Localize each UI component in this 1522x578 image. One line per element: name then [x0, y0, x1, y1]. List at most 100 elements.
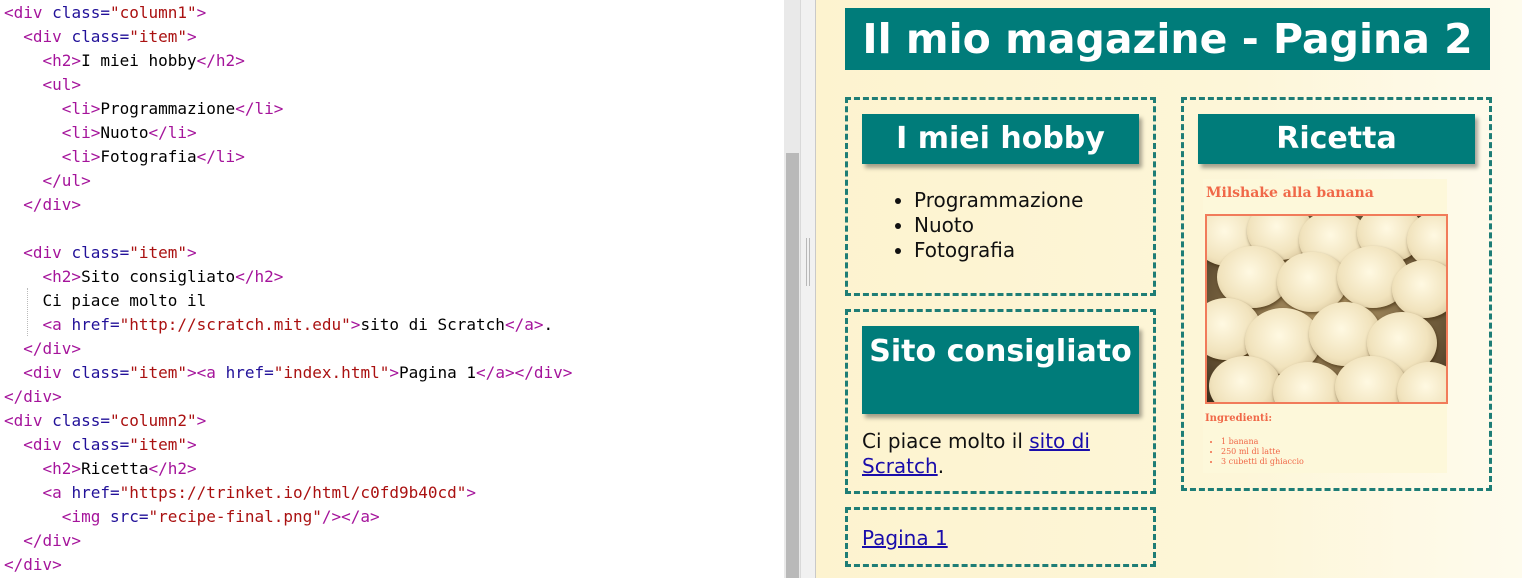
code-line[interactable]: <li>Nuoto</li> — [4, 121, 572, 145]
pane-splitter[interactable] — [800, 0, 816, 578]
indent-guide — [27, 288, 28, 336]
preview-pane: Il mio magazine - Pagina 2 I miei hobby … — [816, 0, 1522, 578]
code-token: </a> — [476, 363, 515, 382]
code-line[interactable]: <div class="item"> — [4, 433, 572, 457]
code-token: Sito consigliato — [81, 267, 236, 286]
code-line[interactable]: <li>Programmazione</li> — [4, 97, 572, 121]
code-token: </div> — [23, 195, 82, 214]
code-line[interactable]: </div> — [4, 337, 572, 361]
code-line[interactable]: <a href="https://trinket.io/html/c0fd9b4… — [4, 481, 572, 505]
code-token: </a> — [504, 315, 544, 334]
code-line[interactable] — [4, 217, 572, 241]
code-token: class= — [52, 3, 110, 22]
code-token: <h2> — [42, 267, 82, 286]
code-line[interactable]: <div class="item"> — [4, 25, 572, 49]
code-token: sito di Scratch — [360, 315, 505, 334]
code-token: </li> — [148, 123, 197, 142]
recipe-heading: Ricetta — [1198, 114, 1475, 164]
code-token: > — [350, 315, 361, 334]
code-token: > — [187, 243, 197, 262]
code-line[interactable]: <h2>I miei hobby</h2> — [4, 49, 572, 73]
code-line[interactable]: <div class="column1"> — [4, 1, 572, 25]
code-content[interactable]: <div class="column1"> <div class="item">… — [4, 1, 572, 577]
code-line[interactable]: <div class="item"> — [4, 241, 572, 265]
code-token: > — [196, 3, 207, 22]
code-token: <div — [23, 435, 72, 454]
code-token: <li> — [61, 147, 101, 166]
code-line[interactable]: <a href="http://scratch.mit.edu">sito di… — [4, 313, 572, 337]
code-line[interactable]: <h2>Ricetta</h2> — [4, 457, 572, 481]
code-token: <a — [196, 363, 226, 382]
code-token: "item" — [129, 243, 188, 262]
code-token: <li> — [61, 99, 101, 118]
code-line[interactable]: </div> — [4, 385, 572, 409]
recipe-item: Ricetta Milshake alla banana Ingredienti… — [1181, 97, 1492, 491]
code-token: > — [187, 435, 197, 454]
code-line[interactable]: </div> — [4, 529, 572, 553]
code-line[interactable]: <div class="column2"> — [4, 409, 572, 433]
list-item: 250 ml di latte — [1221, 447, 1304, 457]
code-line[interactable]: </ul> — [4, 169, 572, 193]
code-token: > — [187, 27, 197, 46]
code-editor[interactable]: <div class="column1"> <div class="item">… — [0, 0, 784, 578]
code-token: "http://scratch.mit.edu" — [119, 315, 351, 334]
code-token: </div> — [4, 555, 62, 574]
code-token: <li> — [61, 123, 101, 142]
code-token: Ricetta — [81, 459, 149, 478]
code-token: </div> — [23, 531, 82, 550]
code-token: <div — [23, 27, 72, 46]
code-token: "column2" — [109, 411, 197, 430]
code-line[interactable]: <div class="item"><a href="index.html">P… — [4, 361, 572, 385]
code-token: </li> — [196, 147, 245, 166]
hobby-heading: I miei hobby — [862, 114, 1139, 164]
code-token: </h2> — [148, 459, 197, 478]
code-token: <img — [61, 507, 110, 526]
code-line[interactable]: <li>Fotografia</li> — [4, 145, 572, 169]
banana-photo — [1205, 214, 1448, 404]
code-token: <div — [4, 3, 53, 22]
code-line[interactable]: <h2>Sito consigliato</h2> — [4, 265, 572, 289]
code-token: href= — [71, 315, 120, 334]
code-token: <div — [4, 411, 53, 430]
page1-link[interactable]: Pagina 1 — [862, 526, 948, 551]
code-token: "index.html" — [273, 363, 390, 382]
hobby-item: I miei hobby Programmazione Nuoto Fotogr… — [845, 97, 1156, 296]
list-item: Nuoto — [914, 213, 1083, 238]
code-token: <ul> — [42, 75, 82, 94]
code-token: > — [196, 411, 207, 430]
list-item: Fotografia — [914, 238, 1083, 263]
list-item: 1 banana — [1221, 437, 1304, 447]
ingredients-title: Ingredienti: — [1205, 413, 1273, 424]
code-token: </a> — [341, 507, 380, 526]
code-line[interactable]: </div> — [4, 553, 572, 577]
code-token: <div — [23, 243, 72, 262]
splitter-grip-icon[interactable] — [806, 238, 810, 286]
code-token: </div> — [4, 387, 62, 406]
code-line[interactable]: <img src="recipe-final.png"/></a> — [4, 505, 572, 529]
code-token: <div — [23, 363, 72, 382]
code-token: href= — [71, 483, 120, 502]
code-line[interactable]: Ci piace molto il — [4, 289, 572, 313]
code-line[interactable]: <ul> — [4, 73, 572, 97]
code-token: "recipe-final.png" — [148, 507, 322, 526]
code-token: class= — [71, 363, 130, 382]
code-token: src= — [109, 507, 149, 526]
editor-scrollbar-thumb[interactable] — [786, 153, 799, 578]
code-line[interactable]: </div> — [4, 193, 572, 217]
recipe-image-link[interactable]: Milshake alla banana Ingredienti: • 1 ba… — [1203, 179, 1448, 473]
code-token: class= — [71, 27, 130, 46]
code-token: </h2> — [235, 267, 284, 286]
code-token: </ul> — [42, 171, 91, 190]
